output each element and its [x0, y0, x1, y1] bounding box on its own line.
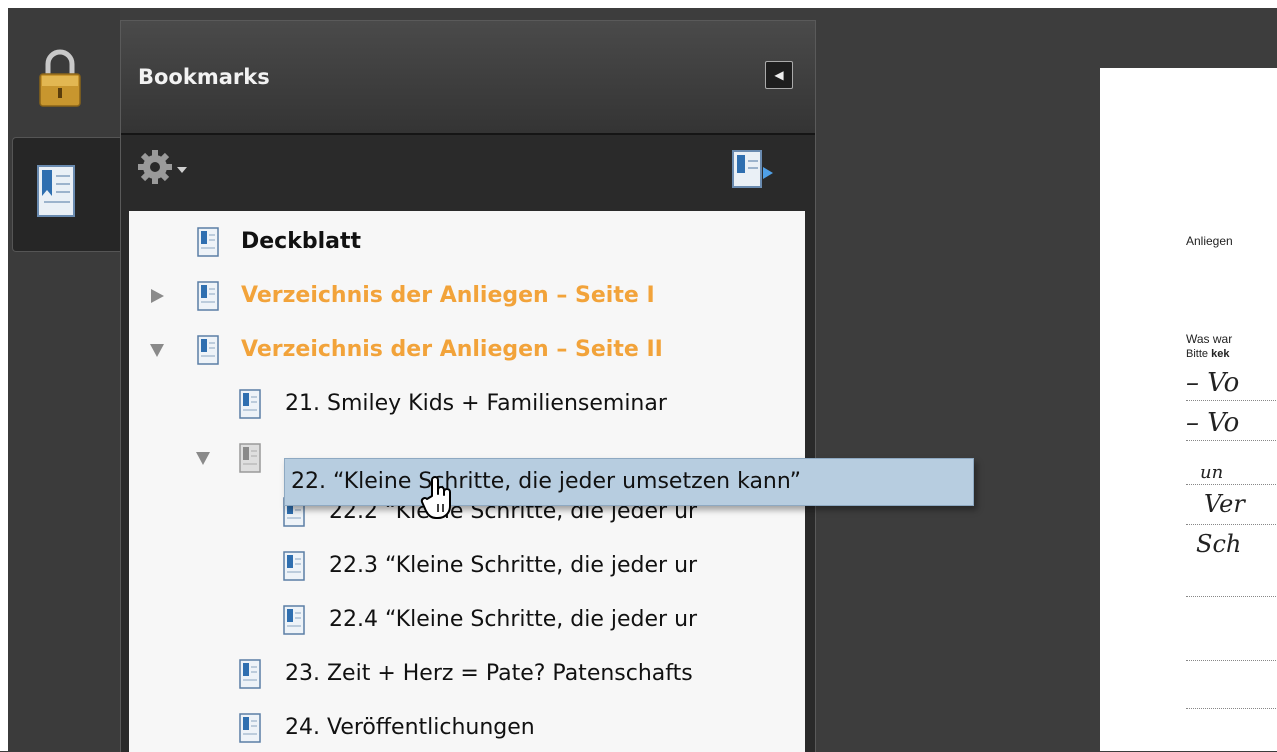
new-bookmark-icon[interactable]: [729, 147, 777, 191]
window-left-edge: [0, 0, 8, 751]
handwriting-line: – Vo: [1186, 408, 1240, 438]
bookmark-icon: [197, 227, 219, 257]
bookmark-icon: [239, 443, 261, 473]
bookmark-item[interactable]: 22.3 “Kleine Schritte, die jeder ur: [129, 543, 805, 589]
hand-pointer-icon: [420, 476, 451, 519]
expand-triangle-icon[interactable]: [149, 288, 165, 304]
dotted-line: [1186, 440, 1277, 441]
gear-icon[interactable]: [137, 149, 199, 189]
handwriting-line: Sch: [1196, 530, 1242, 558]
collapse-triangle-icon[interactable]: [149, 342, 165, 358]
dotted-line: [1186, 708, 1277, 709]
bookmark-tooltip[interactable]: 22. “Kleine Schritte, die jeder umsetzen…: [284, 458, 974, 506]
doc-text-anliegen: Anliegen: [1186, 234, 1233, 248]
navigation-rail: [8, 8, 120, 751]
bookmark-label: 24. Veröffentlichungen: [285, 715, 535, 740]
dotted-line: [1186, 524, 1277, 525]
bookmark-label: Deckblatt: [241, 229, 362, 254]
doc-text-question: Was war: [1186, 332, 1233, 346]
bookmark-label: Verzeichnis der Anliegen – Seite I: [241, 283, 655, 308]
bookmark-label: 21. Smiley Kids + Familienseminar: [285, 391, 667, 416]
panel-title: Bookmarks: [138, 65, 270, 89]
bookmark-icon: [197, 335, 219, 365]
collapse-panel-button[interactable]: ◀: [765, 61, 793, 89]
dotted-line: [1186, 660, 1277, 661]
dotted-line: [1186, 484, 1277, 485]
bookmark-item[interactable]: 23. Zeit + Herz = Pate? Patenschafts: [129, 651, 805, 697]
bookmarks-icon[interactable]: [34, 162, 80, 220]
handwriting-line: un: [1200, 462, 1224, 483]
bookmark-label: 23. Zeit + Herz = Pate? Patenschafts: [285, 661, 693, 686]
dotted-line: [1186, 400, 1277, 401]
doc-text-instruction: Bitte kek: [1186, 348, 1230, 360]
bookmark-icon: [283, 551, 305, 581]
bookmark-icon: [239, 389, 261, 419]
bookmark-icon: [283, 605, 305, 635]
bookmark-item[interactable]: Verzeichnis der Anliegen – Seite I: [129, 273, 805, 319]
lock-icon[interactable]: [36, 48, 84, 108]
bookmark-icon: [197, 281, 219, 311]
bookmark-item[interactable]: 22.4 “Kleine Schritte, die jeder ur: [129, 597, 805, 643]
bookmarks-toolbar: [121, 137, 815, 211]
collapse-triangle-icon[interactable]: [195, 450, 211, 466]
bookmarks-panel: Bookmarks ◀ Deckblatt Verzeichnis der An…: [120, 20, 816, 752]
panel-header: Bookmarks ◀: [121, 21, 815, 135]
bookmark-item[interactable]: 24. Veröffentlichungen: [129, 705, 805, 751]
bookmark-item[interactable]: Deckblatt: [129, 219, 805, 265]
bookmark-label: Verzeichnis der Anliegen – Seite II: [241, 337, 663, 362]
bookmark-icon: [239, 713, 261, 743]
document-page: Anliegen Was war Bitte kek – Vo – Vo un …: [1100, 68, 1277, 751]
triangle-left-icon: ◀: [774, 68, 784, 82]
bookmark-item[interactable]: Verzeichnis der Anliegen – Seite II: [129, 327, 805, 373]
bookmark-icon: [239, 659, 261, 689]
bookmark-item[interactable]: 21. Smiley Kids + Familienseminar: [129, 381, 805, 427]
dotted-line: [1186, 596, 1277, 597]
handwriting-line: Ver: [1204, 490, 1245, 518]
window-top-edge: [0, 0, 1277, 8]
handwriting-line: – Vo: [1186, 368, 1240, 398]
bookmark-label: 22.3 “Kleine Schritte, die jeder ur: [329, 553, 698, 578]
bookmark-label: 22.4 “Kleine Schritte, die jeder ur: [329, 607, 698, 632]
